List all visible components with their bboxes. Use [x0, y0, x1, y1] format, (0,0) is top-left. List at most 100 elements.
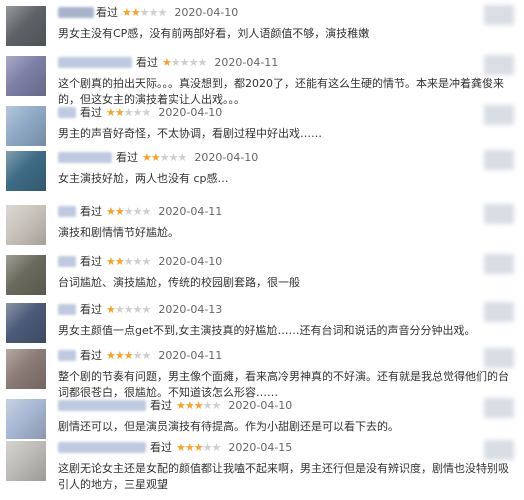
star-icon: ★	[114, 106, 125, 119]
watched-status: 看过	[150, 399, 172, 412]
star-icon: ★	[141, 106, 152, 119]
avatar[interactable]	[6, 349, 46, 389]
avatar[interactable]	[6, 205, 46, 245]
star-icon: ★	[188, 56, 199, 69]
star-icon: ★	[132, 255, 143, 268]
blurred-widget	[484, 5, 514, 25]
avatar[interactable]	[6, 6, 46, 46]
star-icon: ★	[132, 106, 143, 119]
watched-status: 看过	[96, 6, 118, 19]
star-icon: ★	[193, 399, 204, 412]
star-icon: ★	[184, 399, 195, 412]
star-icon: ★	[106, 349, 116, 362]
rating-stars: ★★★★★	[106, 106, 152, 120]
review-date: 2020-04-10	[174, 6, 239, 19]
review-text: 男主的声音好奇怪，不太协调，看剧过程中好出戏……	[58, 127, 322, 140]
username-blurred[interactable]	[58, 7, 94, 18]
username-blurred[interactable]	[58, 400, 146, 411]
review-text: 女主演技好尬，两人也没有 cp感…	[58, 172, 229, 185]
blurred-widget	[484, 302, 514, 322]
star-icon: ★	[197, 56, 208, 69]
watched-status: 看过	[116, 151, 138, 164]
star-icon: ★	[123, 349, 134, 362]
star-icon: ★	[114, 255, 125, 268]
avatar[interactable]	[6, 441, 46, 481]
review-meta: 看过 ★★★★★ 2020-04-10	[80, 255, 222, 269]
star-icon: ★	[157, 6, 168, 19]
star-icon: ★	[150, 151, 161, 164]
watched-status: 看过	[150, 441, 172, 454]
watched-status: 看过	[80, 349, 102, 362]
star-icon: ★	[177, 151, 188, 164]
blurred-widget	[484, 150, 514, 170]
blurred-widget	[484, 440, 514, 460]
rating-stars: ★★★★★	[176, 399, 221, 413]
star-icon: ★	[141, 303, 152, 316]
star-icon: ★	[123, 106, 134, 119]
rating-stars: ★★★★★	[106, 303, 152, 317]
avatar[interactable]	[6, 399, 46, 439]
blurred-widget	[484, 348, 514, 368]
review-meta: 看过 ★★★★★ 2020-04-10	[116, 151, 258, 165]
review-meta: 看过 ★★★★★ 2020-04-10	[80, 106, 222, 120]
star-icon: ★	[193, 441, 204, 454]
star-icon: ★	[123, 205, 134, 218]
star-icon: ★	[148, 6, 159, 19]
username-blurred[interactable]	[58, 256, 76, 267]
username-blurred[interactable]	[58, 442, 146, 453]
star-icon: ★	[162, 56, 172, 69]
review-date: 2020-04-15	[228, 441, 293, 454]
rating-stars: ★★★★★	[106, 349, 151, 363]
star-icon: ★	[106, 205, 116, 218]
username-blurred[interactable]	[58, 57, 132, 68]
star-icon: ★	[141, 205, 152, 218]
star-icon: ★	[179, 56, 190, 69]
review-date: 2020-04-11	[158, 349, 223, 362]
review-meta: 看过 ★★★★★ 2020-04-13	[80, 303, 222, 317]
review-text: 台词尴尬、演技尴尬，传统的校园剧套路，很一般	[58, 276, 300, 289]
username-blurred[interactable]	[58, 152, 112, 163]
review-item: 看过 ★★★★★ 2020-04-10 女主演技好尬，两人也没有 cp感…	[0, 150, 524, 201]
star-icon: ★	[159, 151, 170, 164]
watched-status: 看过	[136, 56, 158, 69]
username-blurred[interactable]	[58, 206, 76, 217]
review-text: 剧情还可以，但是演员演技有待提高。作为小甜剧还是可以看下去的。	[58, 420, 399, 433]
rating-stars: ★★★★★	[106, 205, 152, 219]
review-meta: 看过 ★★★★★ 2020-04-10	[150, 399, 292, 413]
star-icon: ★	[130, 6, 141, 19]
star-icon: ★	[202, 399, 213, 412]
avatar[interactable]	[6, 151, 46, 191]
review-item: 看过 ★★★★★ 2020-04-13 男女主颜值一点get不到,女主演技真的好尴尬……	[0, 302, 524, 353]
review-text: 整个剧的节奏有问题，男主像个面瘫，看来高冷男神真的不好演。还有就是我总觉得他们的…	[58, 370, 509, 399]
star-icon: ★	[106, 106, 116, 119]
star-icon: ★	[176, 441, 186, 454]
star-icon: ★	[114, 349, 125, 362]
star-icon: ★	[139, 6, 150, 19]
star-icon: ★	[184, 441, 195, 454]
avatar[interactable]	[6, 106, 46, 146]
star-icon: ★	[202, 441, 213, 454]
rating-stars: ★★★★★	[162, 56, 208, 70]
username-blurred[interactable]	[58, 304, 76, 315]
watched-status: 看过	[80, 106, 102, 119]
blurred-widget	[484, 55, 514, 75]
review-text: 这个剧真的拍出天际。。。真没想到，都2020了，还能有这么生硬的情节。本来是冲着…	[58, 77, 504, 106]
avatar[interactable]	[6, 255, 46, 295]
star-icon: ★	[122, 6, 132, 19]
review-meta: 看过 ★★★★★ 2020-04-11	[136, 56, 278, 70]
review-meta: 看过 ★★★★★ 2020-04-11	[80, 205, 222, 219]
watched-status: 看过	[80, 255, 102, 268]
rating-stars: ★★★★★	[176, 441, 222, 455]
username-blurred[interactable]	[58, 107, 76, 118]
username-blurred[interactable]	[58, 350, 76, 361]
review-date: 2020-04-10	[158, 106, 223, 119]
review-item: 看过 ★★★★★ 2020-04-10 男主的声音好奇怪，不太协调，看剧过程中好出戏……	[0, 105, 524, 156]
star-icon: ★	[211, 441, 222, 454]
star-icon: ★	[114, 303, 125, 316]
blurred-widget	[484, 398, 514, 418]
star-icon: ★	[170, 56, 181, 69]
review-text: 这剧无论女主还是女配的颜值都让我嗑不起来啊，男主还行但是没有辨识度，剧情也没特别…	[58, 462, 509, 491]
star-icon: ★	[123, 303, 134, 316]
avatar[interactable]	[6, 56, 46, 96]
avatar[interactable]	[6, 303, 46, 343]
